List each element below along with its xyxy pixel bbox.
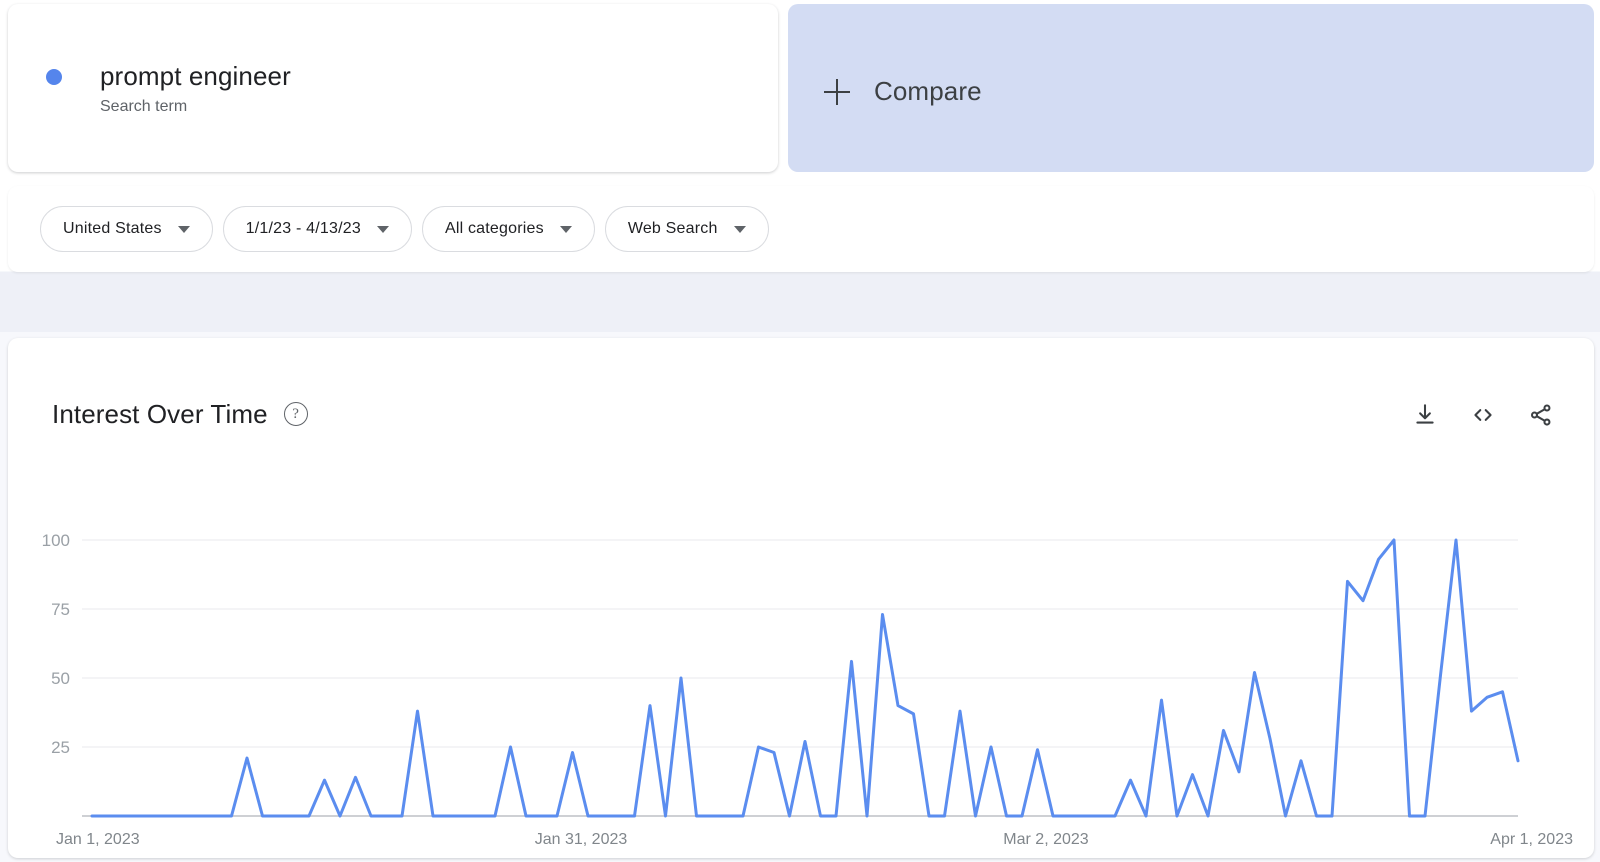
filter-category[interactable]: All categories [422,206,595,252]
x-axis-tick-label: Mar 2, 2023 [1003,831,1088,848]
series-color-dot [46,69,62,85]
filter-date-range[interactable]: 1/1/23 - 4/13/23 [223,206,412,252]
filter-bar: United States 1/1/23 - 4/13/23 All categ… [8,186,1594,272]
filter-location[interactable]: United States [40,206,213,252]
interest-over-time-chart[interactable]: 25 50 75 100 Jan 1, 2023 Jan 31, 2023 Mar 2, 2… [8,448,1594,858]
chart-header: Interest Over Time ? [8,338,1594,448]
x-axis-tick-label: Jan 31, 2023 [535,831,628,848]
chart-svg: 25 50 75 100 Jan 1, 2023 Jan 31, 2023 Mar 2, 2… [8,448,1594,858]
y-axis-tick-label: 50 [51,669,70,688]
search-term-row: prompt engineer Search term Compare [8,4,1594,172]
help-circle-icon[interactable]: ? [284,402,308,426]
interest-over-time-card: Interest Over Time ? 25 50 75 [8,338,1594,858]
chevron-down-icon [560,226,572,233]
chevron-down-icon [377,226,389,233]
download-icon[interactable] [1412,402,1438,428]
search-term-type: Search term [100,97,291,117]
y-axis-tick-label: 25 [51,738,70,757]
x-axis-tick-label: Apr 1, 2023 [1490,831,1573,848]
y-axis-tick-label: 100 [42,531,70,550]
search-term-texts: prompt engineer Search term [100,60,291,117]
page-title: Interest Over Time [52,399,268,430]
compare-button[interactable]: Compare [788,4,1594,172]
filter-category-label: All categories [445,220,544,238]
embed-code-icon[interactable] [1470,402,1496,428]
y-axis-tick-label: 75 [51,600,70,619]
compare-content: Compare [824,76,982,107]
search-term-card[interactable]: prompt engineer Search term [8,4,778,172]
x-axis-tick-label: Jan 1, 2023 [56,831,140,848]
compare-label: Compare [874,76,982,107]
plus-icon [824,79,850,105]
filter-location-label: United States [63,220,162,238]
filter-search-type[interactable]: Web Search [605,206,769,252]
search-term-content: prompt engineer Search term [46,60,291,117]
search-term-title: prompt engineer [100,60,291,92]
chart-title-group: Interest Over Time ? [52,399,308,430]
chevron-down-icon [178,226,190,233]
share-icon[interactable] [1528,402,1554,428]
chart-actions [1412,402,1554,428]
filter-date-range-label: 1/1/23 - 4/13/23 [246,220,361,238]
chevron-down-icon [734,226,746,233]
filter-search-type-label: Web Search [628,220,718,238]
